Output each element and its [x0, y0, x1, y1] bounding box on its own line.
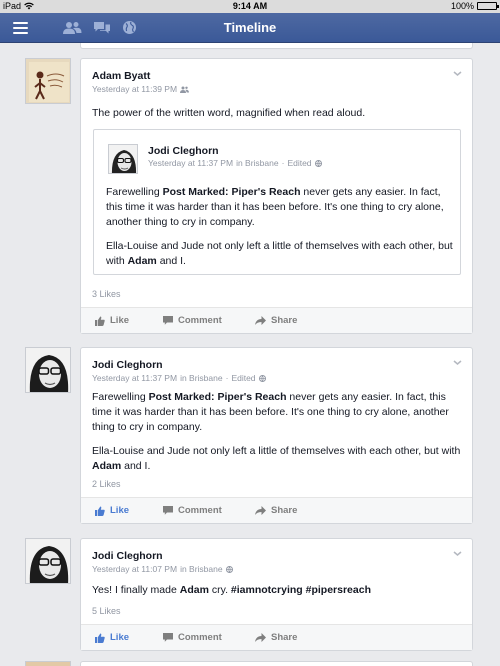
- feed-top-edge: [80, 43, 473, 49]
- jodi-avatar-image: [26, 539, 70, 583]
- like-button[interactable]: Like: [95, 632, 129, 643]
- globe-icon: [258, 374, 266, 382]
- globe-icon: [314, 159, 322, 167]
- post-author[interactable]: Jodi Cleghorn: [92, 550, 163, 562]
- likes-count[interactable]: 3 Likes: [92, 289, 121, 299]
- hashtag[interactable]: #pipersreach: [306, 584, 371, 596]
- post-actions: Like Comment Share: [81, 624, 472, 650]
- post-text: Yes! I finally made Adam cry. #iamnotcry…: [92, 584, 371, 596]
- clock: 9:14 AM: [232, 1, 268, 11]
- post-actions: Like Comment Share: [81, 497, 472, 523]
- likes-count[interactable]: 2 Likes: [92, 479, 121, 489]
- comment-icon: [163, 633, 173, 642]
- avatar[interactable]: [25, 538, 71, 584]
- avatar[interactable]: [108, 144, 138, 174]
- friends-icon: [180, 86, 190, 93]
- comment-button[interactable]: Comment: [163, 632, 222, 643]
- like-button[interactable]: Like: [95, 315, 129, 326]
- adam-avatar-image: [26, 59, 70, 103]
- share-icon: [255, 316, 266, 325]
- shared-text: Farewelling Post Marked: Piper's Reach n…: [106, 186, 453, 267]
- post-meta: Yesterday at 11:07 PM in Brisbane: [92, 564, 233, 574]
- avatar[interactable]: [25, 347, 71, 393]
- shared-post[interactable]: Jodi Cleghorn Yesterday at 11:37 PM in B…: [93, 129, 461, 275]
- post-card: Jodi Cleghorn Yesterday at 11:07 PM in B…: [80, 538, 473, 651]
- chevron-down-icon[interactable]: [453, 69, 462, 78]
- thumbs-up-icon: [95, 633, 105, 643]
- page-title: Timeline: [223, 20, 277, 35]
- share-button[interactable]: Share: [255, 505, 297, 516]
- post-meta: Yesterday at 11:39 PM: [92, 84, 190, 94]
- share-icon: [255, 506, 266, 515]
- share-button[interactable]: Share: [255, 632, 297, 643]
- thumbs-up-icon: [95, 506, 105, 516]
- post-meta: Yesterday at 11:37 PM in Brisbane · Edit…: [92, 373, 266, 383]
- avatar[interactable]: [25, 661, 71, 666]
- post-author[interactable]: Jodi Cleghorn: [92, 359, 163, 371]
- post-text: The power of the written word, magnified…: [92, 107, 366, 119]
- post-actions: Like Comment Share: [81, 307, 472, 333]
- post-author[interactable]: Adam Byatt: [92, 70, 150, 82]
- post-card: Jodi Cleghorn Yesterday at 11:37 PM in B…: [80, 347, 473, 524]
- chevron-down-icon[interactable]: [453, 549, 462, 558]
- globe-icon: [225, 565, 233, 573]
- shared-meta: Yesterday at 11:37 PM in Brisbane · Edit…: [148, 158, 322, 168]
- share-icon: [255, 633, 266, 642]
- comment-button[interactable]: Comment: [163, 505, 222, 516]
- comment-button[interactable]: Comment: [163, 315, 222, 326]
- chevron-down-icon[interactable]: [453, 358, 462, 367]
- share-button[interactable]: Share: [255, 315, 297, 326]
- comment-icon: [163, 506, 173, 515]
- battery-icon: [477, 2, 499, 10]
- post-card: [80, 661, 473, 666]
- hashtag[interactable]: #iamnotcrying: [231, 584, 303, 596]
- status-bar: iPad 9:14 AM 100%: [0, 0, 500, 13]
- thumbs-up-icon: [95, 316, 105, 326]
- battery-status: 100%: [451, 1, 499, 11]
- like-button[interactable]: Like: [95, 505, 129, 516]
- likes-count[interactable]: 5 Likes: [92, 606, 121, 616]
- jodi-avatar-image: [26, 348, 70, 392]
- jodi-avatar-image: [109, 145, 137, 173]
- post-card: Adam Byatt Yesterday at 11:39 PM The pow…: [80, 58, 473, 334]
- navbar: Timeline: [0, 13, 500, 43]
- comment-icon: [163, 316, 173, 325]
- shared-author[interactable]: Jodi Cleghorn: [148, 145, 219, 157]
- post-time[interactable]: Yesterday at 11:39 PM: [92, 84, 177, 94]
- post-text: Farewelling Post Marked: Piper's Reach n…: [92, 391, 461, 472]
- avatar[interactable]: [25, 58, 71, 104]
